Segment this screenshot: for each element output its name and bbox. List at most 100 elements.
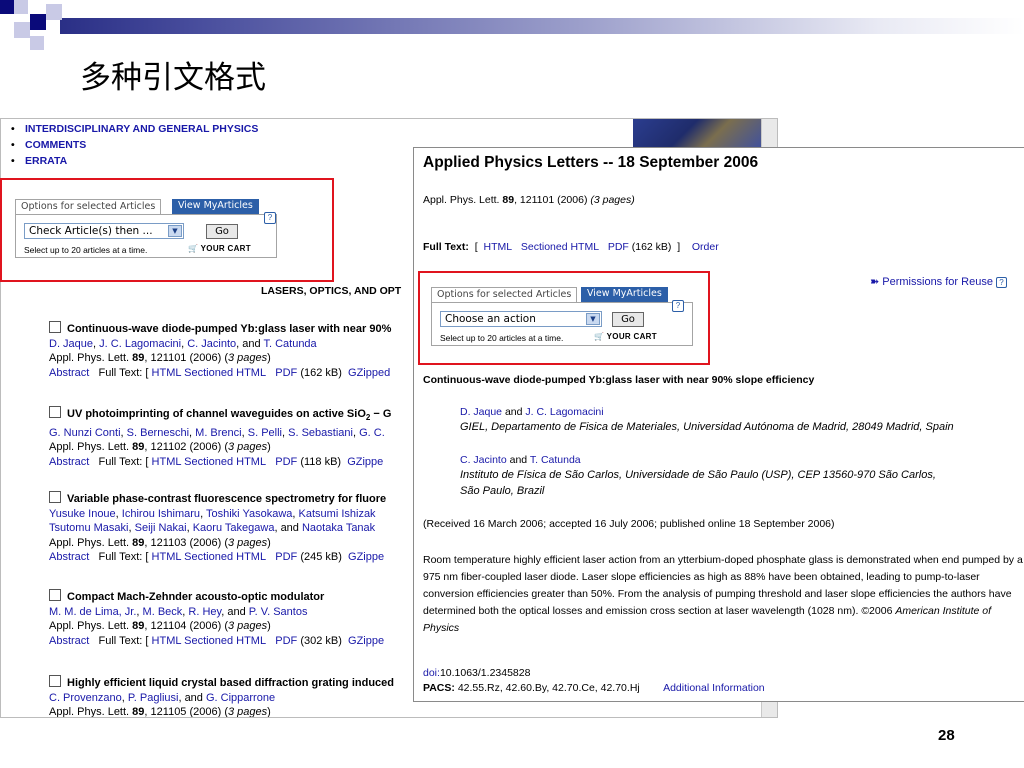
author-link[interactable]: Katsumi Ishizak bbox=[299, 508, 376, 520]
slide: 多种引文格式 INTERDISCIPLINARY AND GENERAL PHY… bbox=[0, 0, 1024, 768]
abstract-link[interactable]: Abstract bbox=[49, 551, 89, 563]
section-nav: INTERDISCIPLINARY AND GENERAL PHYSICS CO… bbox=[11, 121, 258, 169]
author-link[interactable]: C. Provenzano bbox=[49, 692, 122, 704]
sectioned-html-link[interactable]: Sectioned HTML bbox=[184, 456, 266, 468]
author-link[interactable]: M. Brenci bbox=[195, 427, 241, 439]
nav-link[interactable]: COMMENTS bbox=[11, 137, 258, 153]
author-link[interactable]: T. Catunda bbox=[263, 338, 316, 350]
article-citation: Appl. Phys. Lett. 89, 121104 (2006) (3 p… bbox=[49, 620, 271, 632]
author-link[interactable]: G. Nunzi Conti bbox=[49, 427, 121, 439]
author-link[interactable]: S. Sebastiani bbox=[288, 427, 353, 439]
order-link[interactable]: Order bbox=[692, 241, 719, 253]
article-citation: Appl. Phys. Lett. 89, 121102 (2006) (3 p… bbox=[49, 441, 271, 454]
nav-link[interactable]: INTERDISCIPLINARY AND GENERAL PHYSICS bbox=[11, 121, 258, 137]
html-link[interactable]: HTML bbox=[152, 367, 182, 379]
author-link[interactable]: C. Jacinto bbox=[460, 454, 507, 466]
pdf-link[interactable]: PDF bbox=[275, 551, 297, 563]
article-entry: UV photoimprinting of channel waveguides… bbox=[49, 406, 391, 469]
html-link[interactable]: HTML bbox=[152, 456, 182, 468]
author-link[interactable]: D. Jaque bbox=[460, 406, 502, 418]
author-link[interactable]: Toshiki Yasokawa bbox=[206, 508, 292, 520]
abstract-link[interactable]: Abstract bbox=[49, 456, 89, 468]
gzipped-link[interactable]: GZippe bbox=[348, 635, 384, 647]
author-link[interactable]: S. Pelli bbox=[248, 427, 282, 439]
permissions-link[interactable]: ➽ Permissions for Reuse? bbox=[870, 275, 1007, 288]
doi-link[interactable]: doi: bbox=[423, 667, 440, 679]
author-link[interactable]: S. Berneschi bbox=[127, 427, 189, 439]
author-link[interactable]: Seiji Nakai bbox=[135, 522, 187, 534]
author-link[interactable]: C. Jacinto bbox=[187, 338, 236, 350]
affiliation-text: Instituto de Física de São Carlos, Unive… bbox=[460, 469, 936, 481]
author-link[interactable]: Tsutomu Masaki bbox=[49, 522, 128, 534]
received-dates: (Received 16 March 2006; accepted 16 Jul… bbox=[423, 518, 835, 530]
sectioned-html-link[interactable]: Sectioned HTML bbox=[521, 241, 599, 253]
author-link[interactable]: M. M. de Lima, Jr. bbox=[49, 606, 136, 618]
article-authors: Yusuke Inoue, Ichirou Ishimaru, Toshiki … bbox=[49, 507, 376, 520]
decor-square bbox=[0, 0, 14, 14]
author-link[interactable]: G. Cipparrone bbox=[206, 692, 275, 704]
page-number: 28 bbox=[938, 727, 955, 744]
affiliation-authors: D. Jaque and J. C. Lagomacini bbox=[460, 406, 604, 418]
article-links: Abstract Full Text: [ HTML Sectioned HTM… bbox=[49, 455, 384, 468]
decor-square bbox=[14, 0, 28, 14]
author-link[interactable]: J. C. Lagomacini bbox=[525, 406, 603, 418]
author-link[interactable]: P. Pagliusi bbox=[128, 692, 179, 704]
html-link[interactable]: HTML bbox=[484, 241, 513, 253]
article-title[interactable]: Highly efficient liquid crystal based di… bbox=[67, 677, 394, 689]
help-icon[interactable]: ? bbox=[995, 277, 1007, 288]
article-detail-screenshot: Applied Physics Letters -- 18 September … bbox=[413, 147, 1024, 702]
author-link[interactable]: Naotaka Tanak bbox=[302, 522, 375, 534]
gzipped-link[interactable]: GZipped bbox=[348, 367, 390, 379]
article-title[interactable]: Variable phase-contrast fluorescence spe… bbox=[67, 493, 386, 505]
author-link[interactable]: D. Jaque bbox=[49, 338, 93, 350]
pdf-link[interactable]: PDF bbox=[275, 367, 297, 379]
author-link[interactable]: R. Hey bbox=[188, 606, 221, 618]
article-citation: Appl. Phys. Lett. 89, 121103 (2006) (3 p… bbox=[49, 536, 271, 549]
sectioned-html-link[interactable]: Sectioned HTML bbox=[184, 551, 266, 563]
html-link[interactable]: HTML bbox=[152, 551, 182, 563]
abstract-link[interactable]: Abstract bbox=[49, 635, 89, 647]
article-checkbox[interactable] bbox=[49, 589, 61, 601]
decor-square bbox=[46, 4, 62, 20]
sectioned-html-link[interactable]: Sectioned HTML bbox=[184, 367, 266, 379]
pdf-link[interactable]: PDF bbox=[608, 241, 629, 253]
article-entry: Continuous-wave diode-pumped Yb:glass la… bbox=[49, 321, 391, 380]
sectioned-html-link[interactable]: Sectioned HTML bbox=[184, 635, 266, 647]
section-heading: LASERS, OPTICS, AND OPT bbox=[261, 285, 402, 297]
pdf-link[interactable]: PDF bbox=[275, 456, 297, 468]
decor-square bbox=[30, 36, 44, 50]
affiliation-authors: C. Jacinto and T. Catunda bbox=[460, 454, 581, 466]
author-link[interactable]: Ichirou Ishimaru bbox=[122, 508, 200, 520]
nav-link[interactable]: ERRATA bbox=[11, 153, 258, 169]
gzipped-link[interactable]: GZippe bbox=[347, 456, 383, 468]
detail-citation: Appl. Phys. Lett. 89, 121101 (2006) (3 p… bbox=[423, 194, 635, 206]
slide-title: 多种引文格式 bbox=[80, 60, 266, 96]
abstract-link[interactable]: Abstract bbox=[49, 367, 89, 379]
article-checkbox[interactable] bbox=[49, 675, 61, 687]
article-authors: C. Provenzano, P. Pagliusi, and G. Cippa… bbox=[49, 691, 276, 704]
author-link[interactable]: Yusuke Inoue bbox=[49, 508, 116, 520]
author-link[interactable]: T. Catunda bbox=[530, 454, 581, 466]
article-checkbox[interactable] bbox=[49, 321, 61, 333]
author-link[interactable]: P. V. Santos bbox=[249, 606, 308, 618]
article-authors: D. Jaque, J. C. Lagomacini, C. Jacinto, … bbox=[49, 337, 317, 350]
decor-square bbox=[14, 22, 30, 38]
header-bar bbox=[60, 18, 1024, 34]
article-authors: Tsutomu Masaki, Seiji Nakai, Kaoru Takeg… bbox=[49, 522, 376, 534]
pdf-link[interactable]: PDF bbox=[275, 635, 297, 647]
html-link[interactable]: HTML bbox=[152, 635, 182, 647]
gzipped-link[interactable]: GZippe bbox=[348, 551, 384, 563]
article-title[interactable]: Compact Mach-Zehnder acousto-optic modul… bbox=[67, 591, 324, 603]
article-citation: Appl. Phys. Lett. 89, 121105 (2006) (3 p… bbox=[49, 706, 271, 718]
article-title[interactable]: Continuous-wave diode-pumped Yb:glass la… bbox=[67, 323, 391, 335]
author-link[interactable]: Kaoru Takegawa bbox=[193, 522, 275, 534]
article-checkbox[interactable] bbox=[49, 491, 61, 503]
article-title[interactable]: UV photoimprinting of channel waveguides… bbox=[67, 408, 391, 422]
author-link[interactable]: J. C. Lagomacini bbox=[99, 338, 181, 350]
article-checkbox[interactable] bbox=[49, 406, 61, 418]
article-authors: G. Nunzi Conti, S. Berneschi, M. Brenci,… bbox=[49, 426, 385, 439]
author-link[interactable]: M. Beck bbox=[143, 606, 183, 618]
additional-information-link[interactable]: Additional Information bbox=[663, 682, 765, 694]
article-entry: Compact Mach-Zehnder acousto-optic modul… bbox=[49, 589, 384, 648]
author-link[interactable]: G. C. bbox=[359, 427, 385, 439]
